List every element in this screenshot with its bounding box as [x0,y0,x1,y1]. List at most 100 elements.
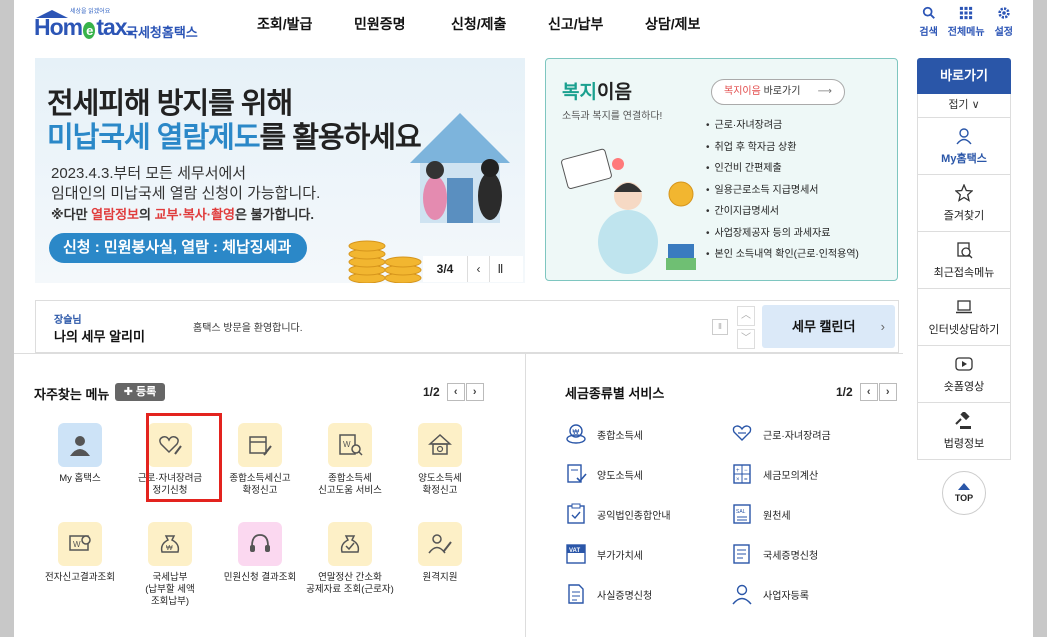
main-banner[interactable]: 전세피해 방지를 위해 미납국세 열람제도를 활용하세요 2023.4.3.부터… [35,58,525,283]
tax-service-label: 부가가치세 [597,550,643,562]
selection-highlight [146,413,222,502]
fav-label: 종합소득세신고 확정신고 [229,473,291,496]
house-icon [418,423,462,467]
nav-report-pay[interactable]: 신고/납부 [548,14,645,34]
favorites-prev-button[interactable]: ‹ [446,383,465,401]
sidebar-item-law-info[interactable]: 법령정보 [917,403,1011,460]
tax-service-simulation[interactable]: + − × = 세금모의계산 [731,463,818,485]
fav-year-end-settlement[interactable]: 연말정산 간소화 공제자료 조회(근로자) [305,522,395,596]
hometax-logo[interactable]: 세상을 읽겠어요 Hom e tax. 국세청홈택스 [34,6,214,42]
fav-tax-payment[interactable]: ₩ 국세납부 (납부할 세액 조회납부) [125,522,215,608]
user-name: 장슬님 [54,315,82,326]
tax-calendar-button[interactable]: 세무 캘린더 › [762,305,895,348]
alert-pause-button[interactable]: Ⅱ [712,319,728,335]
welfare-title-rest: 이음 [596,82,632,103]
fav-civil-result[interactable]: 민원신청 결과조회 [215,522,305,584]
welfare-link-0[interactable]: 근로·자녀장려금 [706,115,859,137]
add-favorite-button[interactable]: ✚ 등록 [115,383,165,401]
column-divider [525,353,526,637]
fav-e-filing-result[interactable]: W 전자신고결과조회 [35,522,125,584]
welfare-link-5[interactable]: 사업장제공자 등의 과세자료 [706,223,859,245]
tax-service-label: 공익법인종합안내 [597,510,671,522]
tax-services-next-button[interactable]: › [878,383,897,401]
banner-pause-button[interactable]: Ⅱ [489,256,511,282]
doc-check-icon [567,464,587,483]
tax-service-public-corp[interactable]: 공익법인종합안내 [565,503,671,525]
nav-apply-submit[interactable]: 신청/제출 [451,14,548,34]
sidebar-item-favorites[interactable]: 즐겨찾기 [917,175,1011,232]
search-button[interactable]: 검색 [919,6,938,38]
sidebar-item-online-consult[interactable]: 인터넷상담하기 [917,289,1011,346]
tax-service-fact-certificate[interactable]: 사실증명신청 [565,583,652,605]
welfare-illustration-icon [561,148,696,274]
nav-inquiry-issue[interactable]: 조회/발급 [257,14,354,34]
all-menu-button[interactable]: 전체메뉴 [948,6,985,38]
sidebar-item-label: 최근접속메뉴 [933,266,995,279]
banner-controls: 3/4 ‹ Ⅱ [423,256,523,282]
banner-text-line2: 임대인의 미납국세 열람 신청이 가능합니다. [51,185,321,202]
tax-service-label: 사실증명신청 [597,590,653,602]
sidebar-item-recent[interactable]: 최근접속메뉴 [917,232,1011,289]
sidebar-item-label: 숏폼영상 [943,380,985,393]
fav-my-hometax[interactable]: My 홈택스 [35,423,125,485]
section-divider [14,353,903,354]
alert-up-button[interactable]: ︿ [737,306,755,326]
search-label: 검색 [919,27,938,38]
sidebar-item-my-hometax[interactable]: My홈택스 [917,118,1011,175]
alert-down-button[interactable]: ﹀ [737,329,755,349]
all-menu-label: 전체메뉴 [947,27,985,38]
tax-service-capital-gains[interactable]: 양도소득세 [565,463,643,485]
doc-search-icon: W [328,423,372,467]
vat-icon: VAT [566,544,586,564]
welfare-panel: 복지이음 소득과 복지를 연결하다! 복지이음 바로가기 ⟶ 근로·자녀장려금 취… [545,58,898,281]
tax-service-global-income[interactable]: ₩ 종합소득세 [565,423,643,445]
favorites-page: 1/2 [423,385,440,399]
calendar-pen-icon [238,423,282,467]
welfare-link-1[interactable]: 취업 후 학자금 상환 [706,137,859,159]
banner-title-rest: 를 활용하세요 [259,122,422,154]
svg-text:×: × [736,477,740,483]
scroll-top-button[interactable]: TOP [942,471,986,515]
tax-service-label: 국세증명신청 [763,550,819,562]
welfare-link-2[interactable]: 인건비 간편제출 [706,158,859,180]
tax-service-vat[interactable]: VAT 부가가치세 [565,543,643,565]
welfare-btn-label: 바로가기 [760,86,801,97]
fav-capital-gains-tax[interactable]: 양도소득세 확정신고 [395,423,485,497]
logo-wordmark: Hom e tax. [34,14,133,41]
fav-remote-support[interactable]: 원격지원 [395,522,485,584]
sidebar-item-label: 즐겨찾기 [943,209,985,222]
settings-button[interactable]: 설정 [995,6,1013,38]
chevron-right-icon: › [880,319,885,334]
welfare-link-6[interactable]: 본인 소득내역 확인(근로·인적용역) [706,244,859,266]
tax-service-earned-income-credit[interactable]: 근로·자녀장려금 [731,423,831,445]
welfare-link-3[interactable]: 일용근로소득 지급명세서 [706,180,859,202]
user-register-icon [732,584,752,605]
tax-services-prev-button[interactable]: ‹ [859,383,878,401]
tax-service-label: 근로·자녀장려금 [763,430,831,442]
fav-label: 양도소득세 확정신고 [418,473,462,496]
sidebar-item-shortform[interactable]: 숏폼영상 [917,346,1011,403]
svg-text:₩: ₩ [166,545,173,552]
logo-wordmark-e: e [83,22,96,39]
utility-menu: 검색 전체메뉴 설정 [919,6,1013,38]
nav-civil-certificate[interactable]: 민원증명 [354,14,451,34]
tax-service-label: 세금모의계산 [763,470,819,482]
tax-service-withholding[interactable]: SAL 원천세 [731,503,791,525]
nav-consult-report[interactable]: 상담/제보 [645,14,742,34]
main-nav: 조회/발급 민원증명 신청/제출 신고/납부 상담/제보 [257,14,742,34]
collapse-button[interactable]: 접기 ∨ [917,94,1011,118]
fav-income-tax-help[interactable]: W 종합소득세 신고도움 서비스 [305,423,395,497]
quick-links-header: 바로가기 [917,58,1011,94]
svg-text:VAT: VAT [569,548,580,554]
svg-text:W: W [343,440,351,449]
tax-service-certificate[interactable]: 국세증명신청 [731,543,818,565]
tax-service-business-registration[interactable]: 사업자등록 [731,583,809,605]
favorites-next-button[interactable]: › [465,383,484,401]
sidebar-item-label: My홈택스 [941,152,987,165]
tax-services-title: 세금종류별 서비스 [565,386,665,401]
welfare-shortcut-button[interactable]: 복지이음 바로가기 ⟶ [711,79,845,105]
gavel-icon [955,411,971,429]
banner-prev-button[interactable]: ‹ [467,256,489,282]
fav-income-tax-final[interactable]: 종합소득세신고 확정신고 [215,423,305,497]
welfare-link-4[interactable]: 간이지급명세서 [706,201,859,223]
